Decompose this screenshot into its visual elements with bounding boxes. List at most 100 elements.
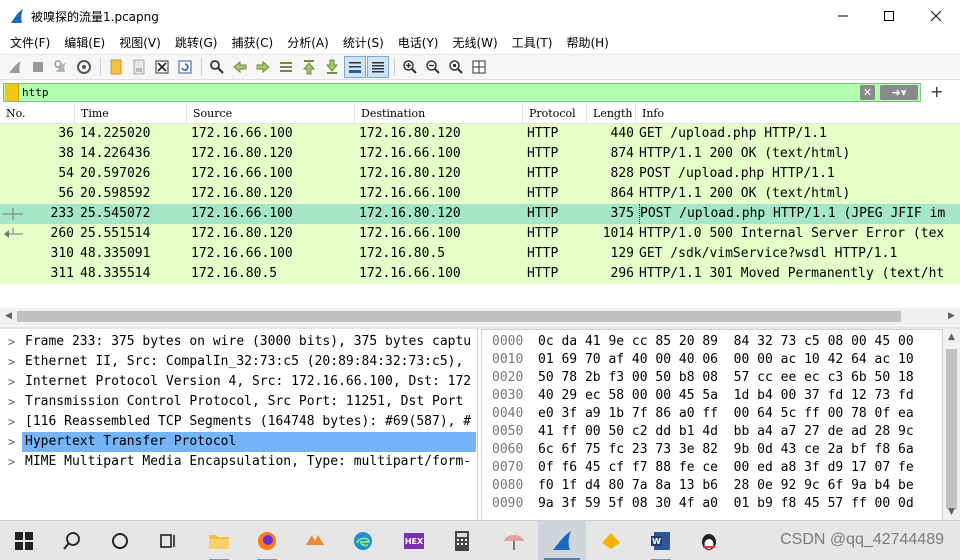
maximize-button[interactable] [866, 0, 912, 32]
tree-item-mime[interactable]: > MIME Multipart Media Encapsulation, Ty… [0, 452, 477, 472]
zoom-in-button[interactable] [399, 56, 421, 78]
menu-telephony[interactable]: 电话(Y) [391, 33, 446, 53]
menu-wireless[interactable]: 无线(W) [446, 33, 505, 53]
add-filter-button[interactable]: + [930, 81, 944, 103]
tree-item-http-selected[interactable]: Hypertext Transfer Protocol [22, 432, 476, 452]
edge-icon [354, 532, 372, 550]
cortana-button[interactable] [96, 521, 144, 560]
packet-protocol: HTTP [527, 206, 559, 221]
taskbar-word[interactable]: W [637, 521, 685, 560]
filter-clear-button[interactable]: ✕ [860, 84, 875, 100]
normal-size-button[interactable] [445, 56, 467, 78]
packet-list-horizontal-scrollbar[interactable]: ◀ ▶ [0, 308, 960, 325]
menu-capture[interactable]: 捕获(C) [224, 33, 280, 53]
chevron-right-icon[interactable]: > [8, 392, 15, 412]
tree-item-tcp[interactable]: > Transmission Control Protocol, Src Por… [0, 392, 477, 412]
last-packet-icon [325, 59, 339, 74]
tree-item-reassembled[interactable]: > [116 Reassembled TCP Segments (164748 … [0, 412, 477, 432]
chevron-right-icon[interactable]: > [8, 372, 15, 392]
display-filter-input[interactable] [22, 85, 862, 99]
save-file-icon [133, 59, 145, 75]
tree-item-ethernet[interactable]: > Ethernet II, Src: CompalIn_32:73:c5 (2… [0, 352, 477, 372]
packet-no: 260 [50, 226, 74, 241]
taskbar-file-explorer[interactable] [195, 521, 243, 560]
menu-statistics[interactable]: 统计(S) [336, 33, 391, 53]
packet-row[interactable]: 311 48.335514 172.16.80.5 172.16.66.100 … [0, 264, 960, 284]
auto-scroll-button[interactable] [344, 56, 366, 78]
column-header-length[interactable]: Length [587, 104, 636, 124]
filter-bookmark-icon[interactable] [5, 83, 19, 101]
packet-row[interactable]: 38 14.226436 172.16.80.120 172.16.66.100… [0, 144, 960, 164]
filter-apply-button[interactable]: ➜▾ [880, 84, 918, 100]
scroll-down-icon[interactable]: ▼ [943, 504, 960, 521]
save-file-button[interactable] [128, 56, 150, 78]
menu-analyze[interactable]: 分析(A) [280, 33, 336, 53]
packet-row[interactable]: 54 20.597026 172.16.66.100 172.16.80.120… [0, 164, 960, 184]
scroll-up-icon[interactable]: ▲ [943, 329, 960, 346]
start-button[interactable] [0, 521, 48, 560]
tree-item-ip[interactable]: > Internet Protocol Version 4, Src: 172.… [0, 372, 477, 392]
column-header-protocol[interactable]: Protocol [523, 104, 587, 124]
packet-row-selected[interactable]: 233 25.545072 172.16.66.100 172.16.80.12… [0, 204, 960, 224]
taskbar-app-paint[interactable] [490, 521, 538, 560]
close-file-button[interactable] [151, 56, 173, 78]
scroll-right-icon[interactable]: ▶ [943, 308, 960, 325]
chevron-right-icon[interactable]: > [8, 452, 15, 472]
menu-go[interactable]: 跳转(G) [168, 33, 225, 53]
close-button[interactable] [913, 0, 959, 32]
scrollbar-thumb[interactable] [946, 349, 957, 509]
menu-tools[interactable]: 工具(T) [505, 33, 560, 53]
open-file-button[interactable] [105, 56, 127, 78]
go-forward-button[interactable] [252, 56, 274, 78]
qq-penguin-icon [702, 534, 716, 550]
chevron-right-icon[interactable]: > [8, 412, 15, 432]
restart-capture-button[interactable] [50, 56, 72, 78]
column-header-time[interactable]: Time [75, 104, 187, 124]
minimize-button[interactable] [820, 0, 866, 32]
start-capture-button[interactable] [4, 56, 26, 78]
scrollbar-thumb[interactable] [17, 311, 901, 322]
taskbar-edge[interactable] [339, 521, 387, 560]
resize-columns-button[interactable] [468, 56, 490, 78]
packet-row[interactable]: 310 48.335091 172.16.66.100 172.16.80.5 … [0, 244, 960, 264]
tree-item-frame[interactable]: > Frame 233: 375 bytes on wire (3000 bit… [0, 332, 477, 352]
windows-taskbar: HEX W CSDN @qq_42744489 [0, 520, 960, 560]
chevron-right-icon[interactable]: > [8, 352, 15, 372]
taskbar-app-2[interactable] [291, 521, 339, 560]
go-back-button[interactable] [229, 56, 251, 78]
taskbar-calculator[interactable] [438, 521, 486, 560]
packet-row[interactable]: 56 20.598592 172.16.80.120 172.16.66.100… [0, 184, 960, 204]
colorize-button[interactable] [367, 56, 389, 78]
taskbar-qq[interactable] [685, 521, 733, 560]
menu-view[interactable]: 视图(V) [112, 33, 168, 53]
taskbar-firefox[interactable] [243, 521, 291, 560]
packet-length: 129 [610, 246, 634, 261]
find-packet-button[interactable] [206, 56, 228, 78]
chevron-right-icon[interactable]: > [8, 332, 15, 352]
go-to-packet-button[interactable] [275, 56, 297, 78]
chevron-right-icon[interactable]: > [8, 432, 15, 452]
search-button[interactable] [48, 521, 96, 560]
packet-time: 25.545072 [80, 206, 151, 221]
menu-file[interactable]: 文件(F) [3, 33, 57, 53]
first-packet-button[interactable] [298, 56, 320, 78]
menu-help[interactable]: 帮助(H) [559, 33, 615, 53]
column-header-destination[interactable]: Destination [355, 104, 523, 124]
taskbar-hex-editor[interactable]: HEX [390, 521, 438, 560]
scroll-left-icon[interactable]: ◀ [0, 308, 17, 325]
packet-row[interactable]: 36 14.225020 172.16.66.100 172.16.80.120… [0, 124, 960, 144]
menu-edit[interactable]: 编辑(E) [57, 33, 112, 53]
taskbar-wireshark[interactable] [538, 521, 586, 560]
taskbar-app-notes[interactable] [587, 521, 635, 560]
column-header-info[interactable]: Info [636, 104, 960, 124]
column-header-source[interactable]: Source [187, 104, 355, 124]
column-header-no[interactable]: No. [0, 104, 75, 124]
last-packet-button[interactable] [321, 56, 343, 78]
reload-file-button[interactable] [174, 56, 196, 78]
capture-options-button[interactable] [73, 56, 95, 78]
packet-row[interactable]: 260 25.551514 172.16.80.120 172.16.66.10… [0, 224, 960, 244]
task-view-button[interactable] [144, 521, 192, 560]
bytes-vertical-scrollbar[interactable]: ▲ ▼ [943, 329, 960, 521]
stop-capture-button[interactable] [27, 56, 49, 78]
zoom-out-button[interactable] [422, 56, 444, 78]
